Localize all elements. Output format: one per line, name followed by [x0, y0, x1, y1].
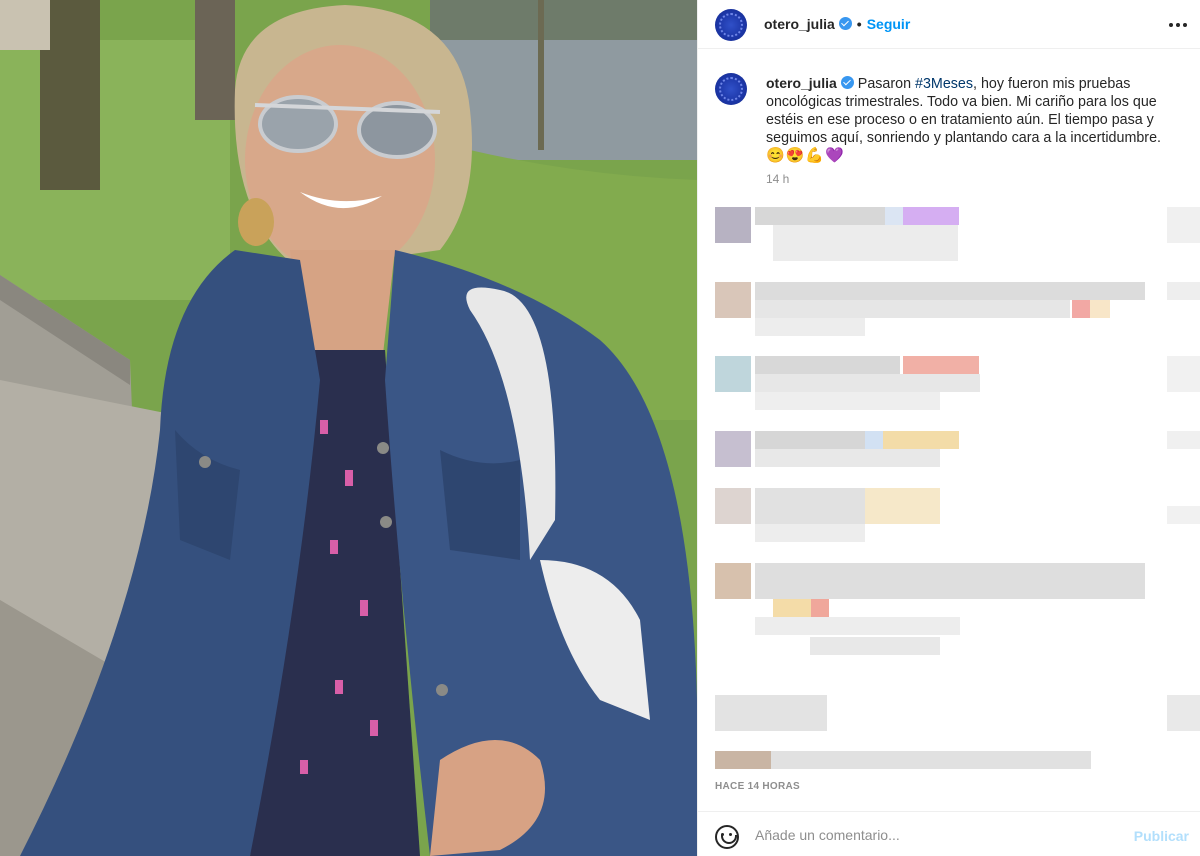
caption-emojis: 😊😍💪💜 [766, 147, 845, 164]
avatar[interactable] [715, 9, 747, 41]
follow-button[interactable]: Seguir [867, 16, 911, 32]
caption-time[interactable]: 14 h [766, 172, 789, 186]
publish-button[interactable]: Publicar [1134, 828, 1189, 844]
verified-badge-icon [838, 17, 852, 30]
comment-bar: Publicar [698, 811, 1200, 856]
separator-dot: • [856, 16, 862, 32]
header-username[interactable]: otero_julia [764, 16, 835, 32]
caption-username[interactable]: otero_julia [766, 75, 837, 91]
smiley-face-icon[interactable] [715, 825, 739, 849]
post-timestamp[interactable]: HACE 14 HORAS [715, 781, 800, 792]
post-sidebar: otero_julia • Seguir otero_julia Pasaron #… [697, 0, 1200, 856]
comment-input[interactable] [755, 824, 1115, 846]
post-photo[interactable] [0, 0, 697, 856]
caption-avatar[interactable] [715, 73, 747, 105]
verified-badge-icon [840, 76, 854, 89]
post-image [0, 0, 697, 856]
blurred-comments [698, 200, 1200, 770]
caption-text-before: Pasaron [857, 76, 916, 92]
post-header: otero_julia • Seguir [698, 0, 1200, 49]
post-caption: otero_julia Pasaron #3Meses, hoy fueron … [766, 74, 1176, 165]
caption-hashtag[interactable]: #3Meses [915, 76, 973, 92]
ellipsis-horizontal-icon[interactable] [1169, 16, 1187, 34]
header-user: otero_julia • Seguir [764, 16, 910, 32]
